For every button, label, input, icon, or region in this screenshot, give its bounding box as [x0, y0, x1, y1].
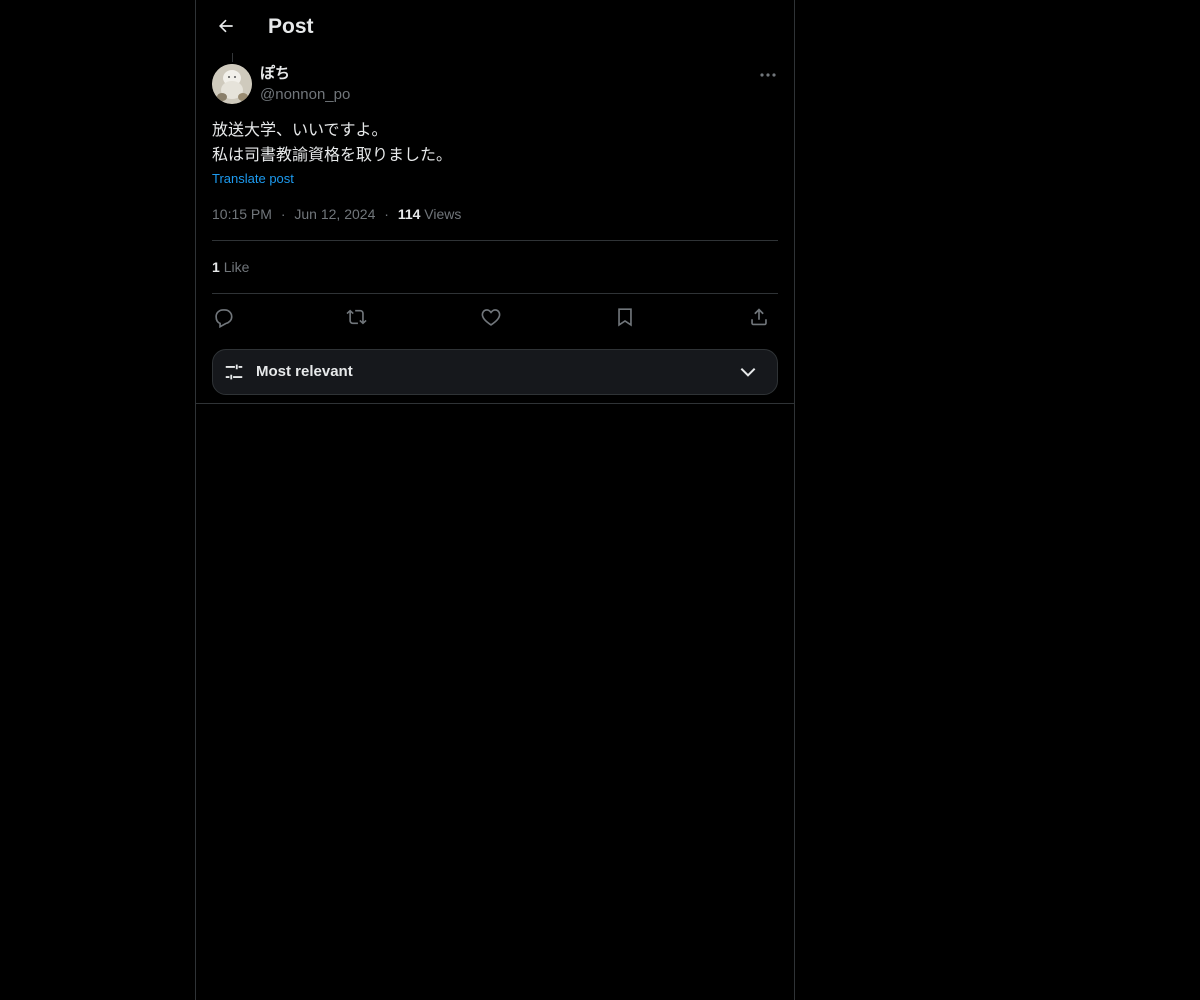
- repost-button[interactable]: [344, 304, 370, 330]
- reply-button[interactable]: [210, 304, 236, 330]
- bookmark-button[interactable]: [612, 304, 638, 330]
- chevron-down-icon: [740, 367, 756, 377]
- divider: [212, 293, 778, 294]
- likes-label: Like: [223, 259, 250, 275]
- meta-separator: ·: [280, 206, 286, 222]
- reply-sort-dropdown[interactable]: Most relevant: [212, 349, 778, 395]
- post-date[interactable]: Jun 12, 2024: [294, 206, 375, 222]
- page-title: Post: [268, 15, 314, 38]
- like-icon: [481, 309, 501, 326]
- avatar[interactable]: [212, 64, 252, 104]
- post-detail-column: Post ぽち @nonnon_po 放送大学、いいですよ。 私は司書教諭資格を…: [195, 0, 795, 1000]
- sliders-icon: [225, 364, 243, 380]
- author-name[interactable]: ぽち: [260, 64, 290, 84]
- views-label: Views: [424, 206, 462, 222]
- sort-label: Most relevant: [256, 363, 353, 380]
- post-time[interactable]: 10:15 PM: [212, 206, 272, 222]
- bookmark-icon: [618, 308, 632, 327]
- post-text-line: 私は司書教諭資格を取りました。: [212, 147, 453, 164]
- thread-connector-line: [232, 53, 233, 62]
- share-button[interactable]: [746, 304, 772, 330]
- reply-icon: [215, 309, 233, 328]
- author-handle[interactable]: @nonnon_po: [260, 85, 350, 105]
- post-text-line: 放送大学、いいですよ。: [212, 122, 388, 139]
- post-meta: 10:15 PM · Jun 12, 2024 · 114 Views: [212, 204, 461, 224]
- divider: [196, 403, 794, 404]
- views-count: 114: [397, 206, 421, 222]
- likes-count: 1: [212, 259, 220, 275]
- likes-count-link[interactable]: 1 Like: [212, 257, 249, 277]
- repost-icon: [346, 309, 367, 325]
- translate-post-link[interactable]: Translate post: [212, 170, 294, 188]
- share-icon: [751, 308, 767, 326]
- meta-separator: ·: [384, 206, 389, 222]
- arrow-left-icon: [219, 19, 233, 33]
- post-text: 放送大学、いいですよ。 私は司書教諭資格を取りました。: [212, 118, 778, 168]
- page-header: Post: [196, 0, 794, 53]
- like-button[interactable]: [478, 304, 504, 330]
- avatar-image: [212, 64, 252, 104]
- more-horizontal-icon: [760, 73, 776, 77]
- divider: [212, 240, 778, 241]
- post-action-bar: [212, 300, 778, 334]
- more-options-button[interactable]: [756, 64, 780, 86]
- back-button[interactable]: [208, 8, 244, 44]
